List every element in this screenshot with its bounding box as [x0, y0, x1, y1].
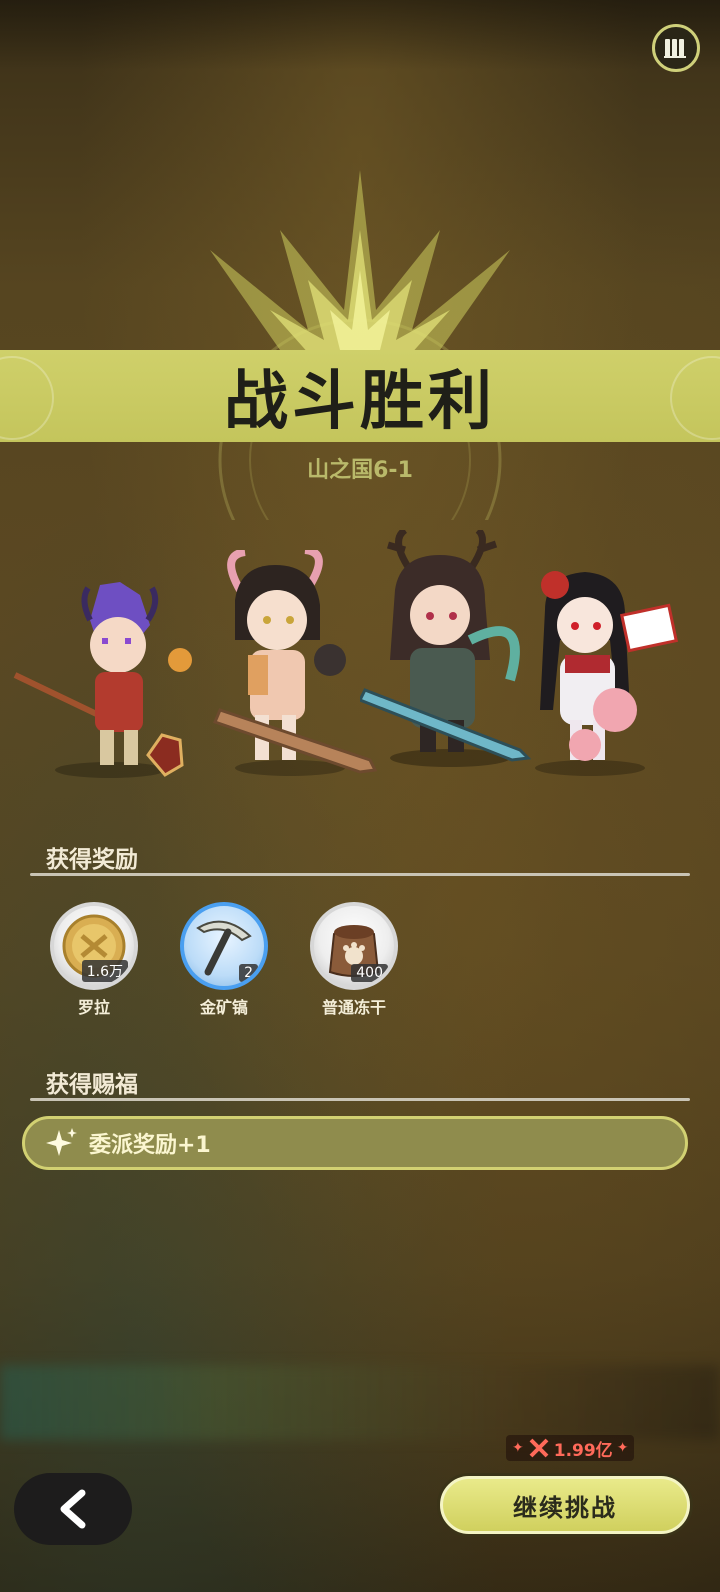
food-sack-icon: 400: [310, 902, 398, 990]
sparkle-icon: [46, 1128, 77, 1156]
victory-banner: 战斗胜利: [0, 350, 720, 442]
top-shade: [0, 0, 720, 70]
reward-count: 2: [239, 964, 258, 982]
blurred-ground-strip: [0, 1365, 720, 1440]
party-lineup: [0, 530, 720, 790]
rewards-section-title: 获得奖励: [46, 847, 138, 873]
banner-ornament-left: [0, 356, 54, 440]
gold-coin-icon: 1.6万: [50, 902, 138, 990]
chevron-left-icon: [60, 1489, 86, 1529]
combat-power-value: 1.99亿: [553, 1440, 613, 1461]
blessing-text: 委派奖励+1: [89, 1133, 211, 1158]
book-stack-icon[interactable]: [652, 24, 700, 72]
reward-name: 罗拉: [77, 998, 110, 1017]
sparkle-left-icon: ✦: [512, 1440, 524, 1456]
continue-challenge-label: 继续挑战: [513, 1493, 617, 1522]
reward-name: 普通冻干: [321, 998, 386, 1017]
combat-power-indicator: ✦ 1.99亿 ✦: [506, 1435, 635, 1461]
rewards-divider: [30, 873, 690, 876]
victory-title: 战斗胜利: [224, 365, 496, 439]
reward-name: 金矿镐: [199, 998, 248, 1017]
continue-challenge-button[interactable]: 继续挑战: [440, 1476, 690, 1534]
blessings-divider: [30, 1098, 690, 1101]
stage-name: 山之国6-1: [307, 458, 413, 483]
blessings-section-title: 获得赐福: [46, 1072, 138, 1098]
reward-item-gold-pickaxe[interactable]: 2 金矿镐: [176, 902, 272, 1018]
purple-haired-lantern-hero: [13, 582, 192, 778]
back-button[interactable]: [14, 1473, 132, 1545]
sparkle-right-icon: ✦: [616, 1440, 629, 1456]
crossed-swords-icon: [529, 1438, 549, 1458]
reward-count: 400: [351, 964, 388, 982]
rose-maiden-hero: [535, 571, 678, 776]
blessing-item[interactable]: 委派奖励+1: [22, 1116, 688, 1170]
pickaxe-icon: 2: [180, 902, 268, 990]
banner-ornament-right: [670, 356, 720, 440]
reward-count: 1.6万: [81, 960, 128, 982]
reward-item-lola[interactable]: 1.6万 罗拉: [46, 902, 142, 1018]
reward-item-freeze-dried[interactable]: 400 普通冻干: [306, 902, 402, 1018]
